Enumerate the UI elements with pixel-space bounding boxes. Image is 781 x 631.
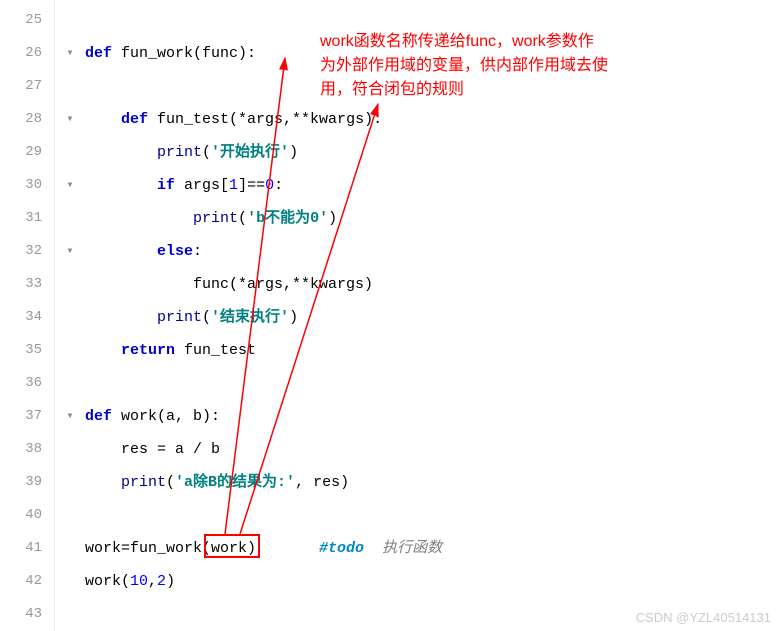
highlight-box [204, 534, 260, 558]
annotation-line: 用，符合闭包的规则 [320, 78, 760, 102]
code-line[interactable]: if args[1]==0: [85, 169, 781, 202]
keyword-else: else [157, 243, 193, 260]
annotation-text: work函数名称传递给func，work参数作 为外部作用域的变量，供内部作用域… [320, 30, 760, 102]
code-line[interactable] [85, 367, 781, 400]
line-number: 34 [0, 301, 54, 334]
watermark: CSDN @YZL40514131 [636, 610, 771, 625]
string-literal: 'a除B的结果为:' [175, 474, 295, 491]
line-number: 30 [0, 169, 54, 202]
fold-marker [55, 301, 85, 334]
keyword-def: def [85, 45, 112, 62]
fold-marker[interactable]: ▾ [55, 103, 85, 136]
line-number: 38 [0, 433, 54, 466]
code-line[interactable]: print('b不能为0') [85, 202, 781, 235]
line-number-gutter: 25 26 27 28 29 30 31 32 33 34 35 36 37 3… [0, 0, 55, 631]
line-number: 28 [0, 103, 54, 136]
line-number: 33 [0, 268, 54, 301]
keyword-def: def [121, 111, 148, 128]
line-number: 25 [0, 4, 54, 37]
line-number: 43 [0, 598, 54, 631]
fold-marker [55, 598, 85, 631]
todo-comment: #todo [319, 540, 364, 557]
code-line[interactable]: def work(a, b): [85, 400, 781, 433]
function-name: work(a, b): [112, 408, 220, 425]
string-literal: '结束执行' [211, 309, 289, 326]
keyword-if: if [157, 177, 175, 194]
line-number: 26 [0, 37, 54, 70]
line-number: 32 [0, 235, 54, 268]
fold-column: ▾ ▾ ▾ ▾ ▾ [55, 0, 85, 631]
code-line[interactable]: print('a除B的结果为:', res) [85, 466, 781, 499]
fold-marker[interactable]: ▾ [55, 235, 85, 268]
fold-marker [55, 565, 85, 598]
builtin-print: print [157, 144, 202, 161]
line-number: 40 [0, 499, 54, 532]
fold-marker[interactable]: ▾ [55, 400, 85, 433]
builtin-print: print [121, 474, 166, 491]
fold-marker [55, 202, 85, 235]
annotation-line: 为外部作用域的变量，供内部作用域去使 [320, 54, 760, 78]
fold-marker [55, 367, 85, 400]
code-line[interactable]: else: [85, 235, 781, 268]
fold-marker [55, 268, 85, 301]
fold-marker [55, 4, 85, 37]
line-number: 41 [0, 532, 54, 565]
code-line[interactable]: work=fun_work(work) #todo 执行函数 [85, 532, 781, 565]
builtin-print: print [157, 309, 202, 326]
code-line[interactable]: res = a / b [85, 433, 781, 466]
keyword-return: return [121, 342, 175, 359]
line-number: 37 [0, 400, 54, 433]
func-call: func(*args,**kwargs) [193, 276, 373, 293]
line-number: 31 [0, 202, 54, 235]
fold-marker[interactable]: ▾ [55, 37, 85, 70]
fold-marker [55, 70, 85, 103]
line-number: 29 [0, 136, 54, 169]
code-line[interactable]: print('结束执行') [85, 301, 781, 334]
code-line[interactable]: work(10,2) [85, 565, 781, 598]
fold-marker [55, 499, 85, 532]
string-literal: '开始执行' [211, 144, 289, 161]
keyword-def: def [85, 408, 112, 425]
function-name: fun_work(func): [112, 45, 256, 62]
code-line[interactable]: def fun_test(*args,**kwargs): [85, 103, 781, 136]
builtin-print: print [193, 210, 238, 227]
code-line[interactable]: return fun_test [85, 334, 781, 367]
annotation-line: work函数名称传递给func，work参数作 [320, 30, 760, 54]
fold-marker[interactable]: ▾ [55, 169, 85, 202]
fold-marker [55, 334, 85, 367]
fold-marker [55, 466, 85, 499]
code-line[interactable] [85, 499, 781, 532]
line-number: 27 [0, 70, 54, 103]
fold-marker [55, 136, 85, 169]
fold-marker [55, 433, 85, 466]
fold-marker [55, 532, 85, 565]
string-literal: 'b不能为0' [247, 210, 328, 227]
line-number: 36 [0, 367, 54, 400]
code-line[interactable]: print('开始执行') [85, 136, 781, 169]
function-name: fun_test(*args,**kwargs): [148, 111, 382, 128]
line-number: 42 [0, 565, 54, 598]
line-number: 35 [0, 334, 54, 367]
code-line[interactable]: func(*args,**kwargs) [85, 268, 781, 301]
line-number: 39 [0, 466, 54, 499]
